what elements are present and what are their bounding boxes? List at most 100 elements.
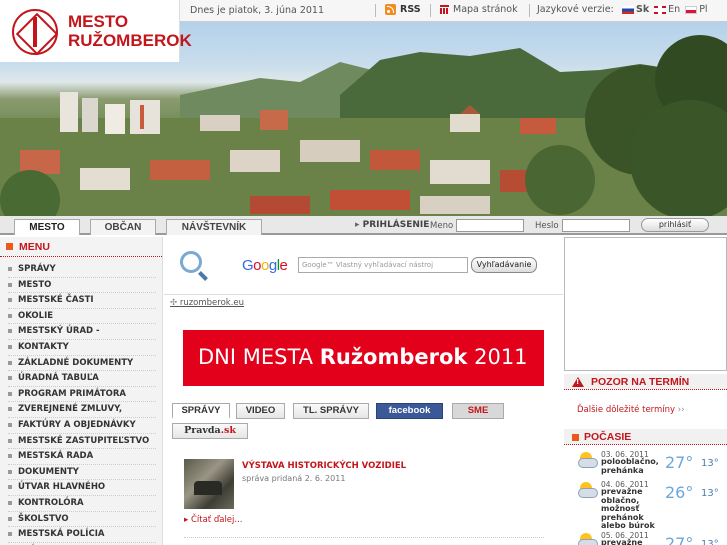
language-sk-label: Sk xyxy=(636,4,650,15)
read-more-link[interactable]: Čítať ďalej... xyxy=(184,515,243,525)
days-of-city-banner[interactable]: DNI MESTA Ružomberok 2011 xyxy=(183,330,544,386)
cloud-icon xyxy=(578,458,598,468)
news-thumbnail[interactable] xyxy=(184,459,234,509)
tab-video[interactable]: VIDEO xyxy=(236,403,285,419)
menu-item-label: ŠKOLSTVO xyxy=(18,513,69,524)
deadline-title: POZOR NA TERMÍN xyxy=(591,376,690,388)
menu-item[interactable]: ZÁKLADNÉ DOKUMENTY xyxy=(8,356,156,372)
warning-icon xyxy=(572,377,584,387)
logo-text: MESTO RUŽOMBEROK xyxy=(68,12,192,50)
menu-item[interactable]: DOKUMENTY xyxy=(8,465,156,481)
search-button[interactable]: Vyhľadávanie xyxy=(471,257,537,273)
menu-item[interactable]: MESTSKÁ POLÍCIA xyxy=(8,527,156,543)
username-input[interactable] xyxy=(456,219,524,232)
weather-min-temp: 13° xyxy=(701,488,719,499)
menu-bullet-icon xyxy=(8,422,12,427)
language-sk[interactable]: Sk xyxy=(622,4,649,15)
menu-item-label: MESTSKÉ ZASTUPITEĽSTVO xyxy=(18,435,150,446)
menu-item[interactable]: MESTSKÉ ZASTUPITEĽSTVO xyxy=(8,434,156,450)
menu-item[interactable]: SPRÁVY xyxy=(8,262,156,278)
menu-item[interactable]: OKOLIE xyxy=(8,309,156,325)
site-logo[interactable]: MESTO RUŽOMBEROK xyxy=(0,0,192,62)
pravda-label: Pravda xyxy=(184,425,221,436)
search-panel: Google Google™ Vlastný vyhľadávací nástr… xyxy=(164,237,563,295)
partly-cloudy-icon xyxy=(576,482,598,500)
menu-item[interactable]: FAKTÚRY A OBJEDNÁVKY xyxy=(8,418,156,434)
menu-item[interactable]: ŠKOLSTVO xyxy=(8,512,156,528)
menu-item-label: DOKUMENTY xyxy=(18,466,79,477)
menu-bullet-icon xyxy=(8,391,12,396)
menu-bullet-icon xyxy=(6,243,13,250)
menu-bullet-icon xyxy=(8,532,12,537)
search-input[interactable]: Google™ Vlastný vyhľadávací nástroj xyxy=(298,257,468,273)
menu-bullet-icon xyxy=(8,485,12,490)
tab-mesto[interactable]: MESTO xyxy=(14,219,80,235)
login-title: PRIHLÁSENIE xyxy=(355,220,430,230)
menu-item[interactable]: ÚRADNÁ TABUĽA xyxy=(8,371,156,387)
menu-item-label: ÚTVAR HLAVNÉHO xyxy=(18,482,106,493)
menu-item-label: MESTSKÉ ČASTI xyxy=(18,295,94,306)
news-title[interactable]: VÝSTAVA HISTORICKÝCH VOZIDIEL xyxy=(242,461,406,471)
menu-item[interactable]: ÚTVAR HLAVNÉHO xyxy=(8,480,156,496)
breadcrumb[interactable]: ruzomberok.eu xyxy=(170,298,244,308)
menu-item[interactable]: ZVEREJNENÉ ZMLUVY, xyxy=(8,402,156,418)
right-sidebar: POZOR NA TERMÍN Ďalšie dôležité termíny … xyxy=(564,237,727,545)
rss-link[interactable]: RSS xyxy=(385,4,421,15)
weather-description: prevažne oblačno, možnosť prehánok alebo búr… xyxy=(601,487,663,531)
menu-bullet-icon xyxy=(8,298,12,303)
sitemap-label: Mapa stránok xyxy=(453,4,518,15)
weather-max-temp: 27° xyxy=(665,453,694,472)
news-divider xyxy=(184,537,544,545)
ad-box xyxy=(564,237,727,371)
more-deadlines-link[interactable]: Ďalšie dôležité termíny xyxy=(577,405,685,415)
menu-bullet-icon xyxy=(8,344,12,349)
menu-header: MENU xyxy=(0,237,162,257)
menu-item[interactable]: MESTSKÁ RADA xyxy=(8,449,156,465)
tab-sme[interactable]: SME xyxy=(452,403,504,419)
uk-flag-icon xyxy=(654,5,667,14)
language-en[interactable]: En xyxy=(654,4,680,15)
tab-facebook[interactable]: facebook xyxy=(376,403,443,419)
menu-bullet-icon xyxy=(8,438,12,443)
menu-item[interactable]: KONTAKTY xyxy=(8,340,156,356)
partly-cloudy-icon xyxy=(576,452,598,470)
weather-min-temp: 13° xyxy=(701,458,719,469)
menu-bullet-icon xyxy=(8,282,12,287)
tab-tl-spravy[interactable]: TL. SPRÁVY xyxy=(293,403,369,419)
menu-item-label: KONTAKTY xyxy=(18,341,69,352)
login-button[interactable]: prihlásiť xyxy=(641,218,709,232)
menu-bullet-icon xyxy=(8,407,12,412)
logo-line-2: RUŽOMBEROK xyxy=(68,31,192,50)
menu-item[interactable]: MESTSKÝ ÚRAD - xyxy=(8,324,156,340)
sitemap-link[interactable]: Mapa stránok xyxy=(440,4,518,15)
languages-label: Jazykové verzie: xyxy=(537,4,614,15)
weather-title: POČASIE xyxy=(584,431,632,443)
menu-item-label: OKOLIE xyxy=(18,310,54,321)
divider xyxy=(529,4,530,17)
language-switcher: Sk En Pl xyxy=(622,4,708,15)
menu-item-label: FAKTÚRY A OBJEDNÁVKY xyxy=(18,419,136,430)
tab-navstevnik[interactable]: NÁVŠTEVNÍK xyxy=(166,219,262,235)
language-pl[interactable]: Pl xyxy=(685,4,708,15)
menu-item[interactable]: MESTO xyxy=(8,278,156,294)
main-content: Google Google™ Vlastný vyhľadávací nástr… xyxy=(164,237,563,545)
menu-item[interactable]: KONTROLÓRA xyxy=(8,496,156,512)
username-label: Meno xyxy=(430,221,454,231)
menu-item[interactable]: MESTSKÉ ČASTI xyxy=(8,293,156,309)
top-bar: Dnes je piatok, 3. júna 2011 RSS Mapa st… xyxy=(180,0,727,22)
magnifier-icon xyxy=(180,251,202,273)
menu-title: MENU xyxy=(19,240,50,253)
password-input[interactable] xyxy=(562,219,630,232)
tab-pravda[interactable]: Pravda.sk xyxy=(172,423,248,439)
news-date: správa pridaná 2. 6. 2011 xyxy=(242,474,346,483)
weather-max-temp: 26° xyxy=(665,483,694,502)
menu-item-label: ZVEREJNENÉ ZMLUVY, xyxy=(18,404,123,415)
menu-item[interactable]: PROGRAM PRIMÁTORA xyxy=(8,387,156,403)
weather-description-line: prevažne xyxy=(601,538,643,545)
tab-obcan[interactable]: OBČAN xyxy=(90,219,156,235)
language-pl-label: Pl xyxy=(699,4,708,15)
rss-label: RSS xyxy=(400,4,421,15)
menu-bullet-icon xyxy=(8,516,12,521)
tab-spravy[interactable]: SPRÁVY xyxy=(172,403,230,419)
deadline-header: POZOR NA TERMÍN xyxy=(564,374,727,390)
